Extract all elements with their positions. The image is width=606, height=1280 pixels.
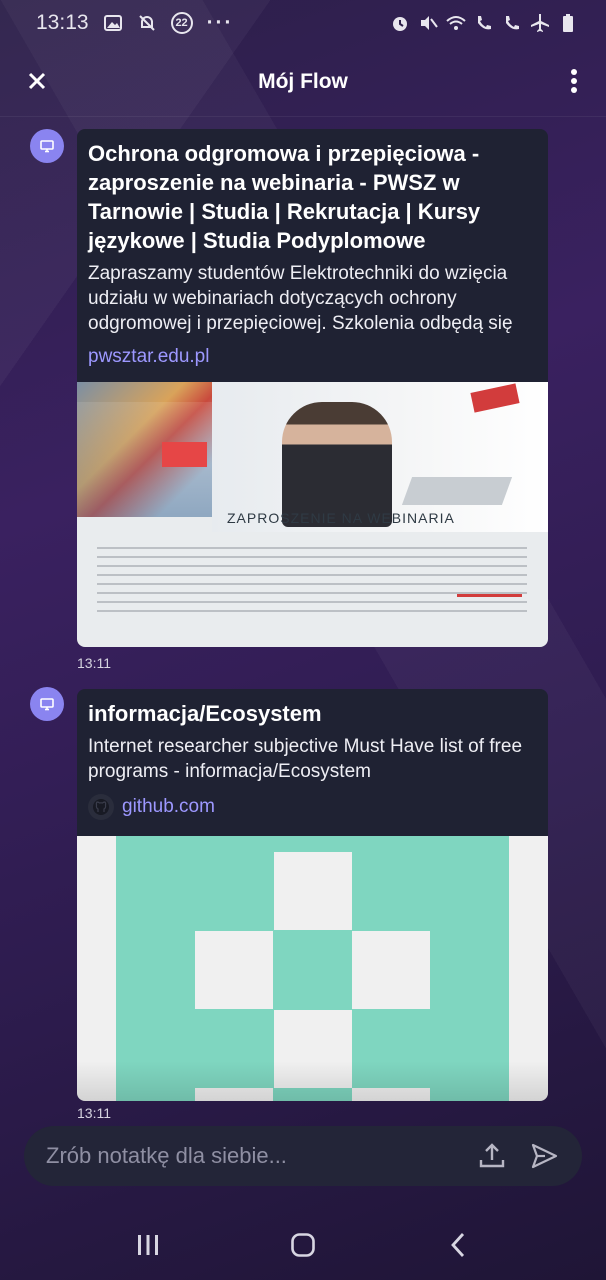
airplane-mode-icon <box>530 13 550 33</box>
github-icon <box>88 794 114 820</box>
message-time: 13:11 <box>77 1105 111 1121</box>
recent-apps-button[interactable] <box>128 1225 168 1265</box>
link-preview-image: ZAPROSZENIE NA WEBINARIA <box>77 382 548 647</box>
image-caption: ZAPROSZENIE NA WEBINARIA <box>227 510 455 526</box>
upload-icon <box>479 1143 505 1168</box>
system-nav-bar <box>0 1210 606 1280</box>
mute-icon <box>418 13 438 33</box>
link-preview-card[interactable]: informacja/Ecosystem Internet researcher… <box>77 689 548 1101</box>
back-icon <box>451 1233 465 1257</box>
link-domain[interactable]: pwsztar.edu.pl <box>88 346 537 368</box>
home-button[interactable] <box>283 1225 323 1265</box>
gallery-icon <box>103 13 123 33</box>
app-header: Mój Flow <box>0 52 606 112</box>
device-avatar <box>30 687 64 721</box>
desktop-icon <box>40 698 54 711</box>
recents-icon <box>137 1235 158 1255</box>
back-button[interactable] <box>438 1225 478 1265</box>
status-bar: 13:13 22 ··· <box>0 0 606 46</box>
desktop-icon <box>40 140 54 153</box>
wifi-icon <box>446 13 466 33</box>
upload-button[interactable] <box>472 1136 512 1176</box>
link-domain-text: pwsztar.edu.pl <box>88 346 210 367</box>
more-notifications-icon: ··· <box>206 11 234 34</box>
alarm-icon <box>390 13 410 33</box>
link-domain[interactable]: github.com <box>88 794 537 820</box>
note-input[interactable] <box>46 1143 460 1169</box>
device-avatar <box>30 129 64 163</box>
wifi-calling-icon <box>474 13 494 33</box>
send-button[interactable] <box>524 1136 564 1176</box>
status-time: 13:13 <box>36 11 89 34</box>
link-title: informacja/Ecosystem <box>88 701 322 726</box>
link-title: Ochrona odgromowa i przepięciowa - zapro… <box>88 141 481 253</box>
battery-icon <box>558 13 578 33</box>
header-divider <box>0 116 606 117</box>
close-button[interactable] <box>22 66 52 96</box>
notification-count-badge: 22 <box>170 12 193 34</box>
page-title: Mój Flow <box>258 70 348 93</box>
wifi-calling-2-icon <box>502 13 522 33</box>
link-preview-image <box>77 836 548 1101</box>
link-preview-card[interactable]: Ochrona odgromowa i przepięciowa - zapro… <box>77 129 548 647</box>
link-domain-text: github.com <box>122 796 215 817</box>
message-time: 13:11 <box>77 655 111 671</box>
link-description: Internet researcher subjective Must Have… <box>88 736 523 782</box>
more-options-button[interactable] <box>564 66 584 96</box>
notifications-off-icon <box>137 13 157 33</box>
home-icon <box>291 1233 315 1257</box>
send-icon <box>531 1143 558 1169</box>
link-description: Zapraszamy studentów Elektrotechniki do … <box>88 263 513 334</box>
composer-bar <box>24 1126 582 1186</box>
more-vert-icon <box>571 69 577 93</box>
close-icon <box>28 72 46 90</box>
